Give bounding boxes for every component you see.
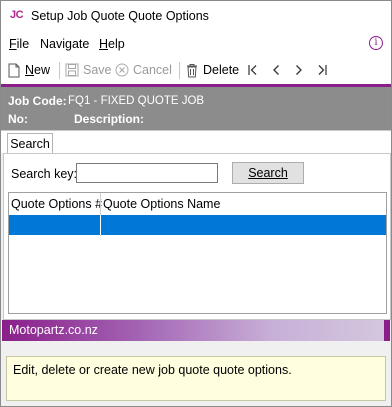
delete-label: Delete [203, 63, 240, 77]
window-title: Setup Job Quote Quote Options [31, 9, 209, 23]
title-bar: JC Setup Job Quote Quote Options [1, 1, 391, 32]
next-record-icon[interactable] [292, 61, 306, 79]
trash-icon [185, 62, 199, 78]
first-record-icon[interactable] [246, 61, 260, 79]
last-record-icon[interactable] [315, 61, 329, 79]
app-logo: JC [10, 9, 24, 21]
brand-bar-end [384, 320, 390, 341]
menu-file[interactable]: File [9, 37, 29, 51]
brand-bar: Motopartz.co.nz [2, 320, 390, 341]
search-button[interactable]: Search [232, 162, 304, 184]
brand-text: Motopartz.co.nz [9, 323, 98, 337]
menu-file-label: ile [16, 37, 30, 51]
info-icon[interactable]: i [369, 36, 383, 50]
menu-help[interactable]: Help [99, 37, 125, 51]
menu-help-label: elp [108, 37, 125, 51]
record-header: Job Code: FQ1 - FIXED QUOTE JOB No: Desc… [1, 87, 391, 130]
menu-bar: File Navigate Help i [1, 32, 391, 56]
menu-help-mnemonic: H [99, 37, 109, 51]
search-key-label: Search key: [11, 167, 78, 181]
tab-strip: Search [1, 130, 391, 154]
window: JC Setup Job Quote Quote Options File Na… [0, 0, 392, 407]
save-icon [65, 62, 79, 78]
cancel-icon [115, 62, 129, 78]
search-input[interactable] [76, 163, 218, 183]
menu-navigate-label: Navigate [40, 37, 90, 51]
new-document-icon [7, 62, 21, 78]
column-divider [100, 215, 101, 235]
help-panel: Edit, delete or create new job quote quo… [6, 356, 386, 401]
new-button[interactable]: New [7, 61, 50, 79]
search-panel: Search key: Search Quote Options # Quote… [3, 153, 391, 320]
cancel-button[interactable]: Cancel [115, 61, 172, 79]
save-button[interactable]: Save [65, 61, 112, 79]
table-row[interactable] [9, 215, 386, 235]
new-mnemonic: N [25, 63, 35, 77]
previous-record-icon[interactable] [269, 61, 283, 79]
description-label: Description: [74, 112, 145, 126]
delete-button[interactable]: Delete [185, 61, 239, 79]
help-text: Edit, delete or create new job quote quo… [13, 363, 292, 377]
cancel-label: Cancel [133, 63, 172, 77]
toolbar-separator [59, 62, 60, 79]
grid-header: Quote Options # Quote Options Name [9, 193, 386, 216]
column-header-quote-options-name[interactable]: Quote Options Name [101, 193, 220, 215]
toolbar: New Save Cancel Delete [1, 56, 391, 84]
save-label: Save [83, 63, 112, 77]
column-header-quote-options-number[interactable]: Quote Options # [9, 193, 102, 215]
tab-search[interactable]: Search [7, 133, 53, 154]
job-code-label: Job Code: [8, 94, 67, 108]
menu-file-mnemonic: F [9, 37, 17, 51]
results-grid[interactable]: Quote Options # Quote Options Name [8, 192, 387, 314]
no-label: No: [8, 112, 28, 126]
search-button-label: Search [248, 166, 288, 180]
job-code-value: FQ1 - FIXED QUOTE JOB [68, 95, 205, 107]
toolbar-separator [179, 62, 180, 79]
new-label: ew [34, 63, 51, 77]
menu-navigate[interactable]: Navigate [40, 37, 89, 51]
